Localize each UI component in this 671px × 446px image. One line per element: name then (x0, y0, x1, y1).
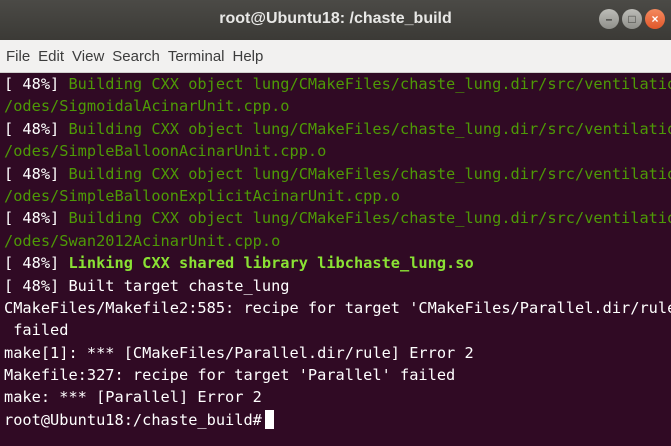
close-button[interactable]: × (645, 9, 665, 29)
terminal-line: /odes/SigmoidalAcinarUnit.cpp.o (4, 95, 671, 117)
line-text: Building CXX object lung/CMakeFiles/chas… (68, 75, 671, 93)
line-text: make[1]: *** [CMakeFiles/Parallel.dir/ru… (4, 343, 474, 362)
terminal-line: [ 48%] Building CXX object lung/CMakeFil… (4, 163, 671, 185)
line-text: Building CXX object lung/CMakeFiles/chas… (68, 209, 671, 228)
window-title: root@Ubuntu18: /chaste_build (219, 10, 452, 27)
terminal-line: /odes/SimpleBalloonExplicitAcinarUnit.cp… (4, 185, 671, 207)
progress-prefix: [ 48%] (4, 254, 69, 273)
terminal-line: Makefile:327: recipe for target 'Paralle… (4, 364, 671, 386)
line-text: Linking CXX shared library libchaste_lun… (68, 254, 474, 273)
window-controls: – □ × (599, 9, 665, 29)
terminal-window: root@Ubuntu18: /chaste_build – □ × File … (0, 0, 671, 446)
terminal-line: [ 48%] Building CXX object lung/CMakeFil… (4, 118, 671, 140)
line-text: Building CXX object lung/CMakeFiles/chas… (68, 119, 671, 138)
terminal-line: [ 48%] Linking CXX shared library libcha… (4, 252, 671, 274)
line-text: /odes/SigmoidalAcinarUnit.cpp.o (4, 97, 290, 116)
terminal-line: [ 48%] Built target chaste_lung (4, 275, 671, 297)
terminal-line: /odes/SimpleBalloonAcinarUnit.cpp.o (4, 140, 671, 162)
line-text: Built target chaste_lung (68, 276, 290, 295)
line-text: /odes/SimpleBalloonExplicitAcinarUnit.cp… (4, 186, 401, 205)
progress-prefix: [ 48%] (4, 164, 69, 183)
menu-view[interactable]: View (72, 48, 104, 65)
maximize-button[interactable]: □ (622, 9, 642, 29)
line-text: Makefile:327: recipe for target 'Paralle… (4, 366, 456, 385)
progress-prefix: [ 48%] (4, 276, 69, 295)
line-text: /odes/Swan2012AcinarUnit.cpp.o (4, 231, 281, 250)
line-text: failed (4, 321, 69, 340)
terminal-line: [ 48%] Building CXX object lung/CMakeFil… (4, 207, 671, 229)
menu-help[interactable]: Help (233, 48, 264, 65)
minimize-icon: – (605, 12, 613, 26)
minimize-button[interactable]: – (599, 9, 619, 29)
menu-terminal[interactable]: Terminal (168, 48, 225, 65)
terminal-line: failed (4, 319, 671, 341)
line-text: CMakeFiles/Makefile2:585: recipe for tar… (4, 298, 671, 317)
menu-bar: File Edit View Search Terminal Help (0, 40, 671, 73)
menu-edit[interactable]: Edit (38, 48, 64, 65)
line-text: /odes/SimpleBalloonAcinarUnit.cpp.o (4, 142, 327, 161)
text-cursor (264, 409, 274, 429)
prompt-line[interactable]: root@Ubuntu18:/chaste_build# (4, 409, 671, 431)
maximize-icon: □ (628, 12, 636, 26)
menu-file[interactable]: File (6, 48, 30, 65)
close-icon: × (651, 12, 659, 26)
terminal-output[interactable]: [ 48%] Building CXX object lung/CMakeFil… (0, 73, 671, 446)
terminal-line: make: *** [Parallel] Error 2 (4, 386, 671, 408)
progress-prefix: [ 48%] (4, 75, 69, 93)
terminal-line: [ 48%] Building CXX object lung/CMakeFil… (4, 73, 671, 95)
terminal-line: CMakeFiles/Makefile2:585: recipe for tar… (4, 297, 671, 319)
line-text: Building CXX object lung/CMakeFiles/chas… (68, 164, 671, 183)
title-bar[interactable]: root@Ubuntu18: /chaste_build – □ × (0, 0, 671, 40)
progress-prefix: [ 48%] (4, 209, 69, 228)
terminal-line: make[1]: *** [CMakeFiles/Parallel.dir/ru… (4, 342, 671, 364)
shell-prompt: root@Ubuntu18:/chaste_build# (4, 410, 262, 429)
menu-search[interactable]: Search (112, 48, 160, 65)
progress-prefix: [ 48%] (4, 119, 69, 138)
line-text: make: *** [Parallel] Error 2 (4, 388, 262, 407)
terminal-line: /odes/Swan2012AcinarUnit.cpp.o (4, 230, 671, 252)
